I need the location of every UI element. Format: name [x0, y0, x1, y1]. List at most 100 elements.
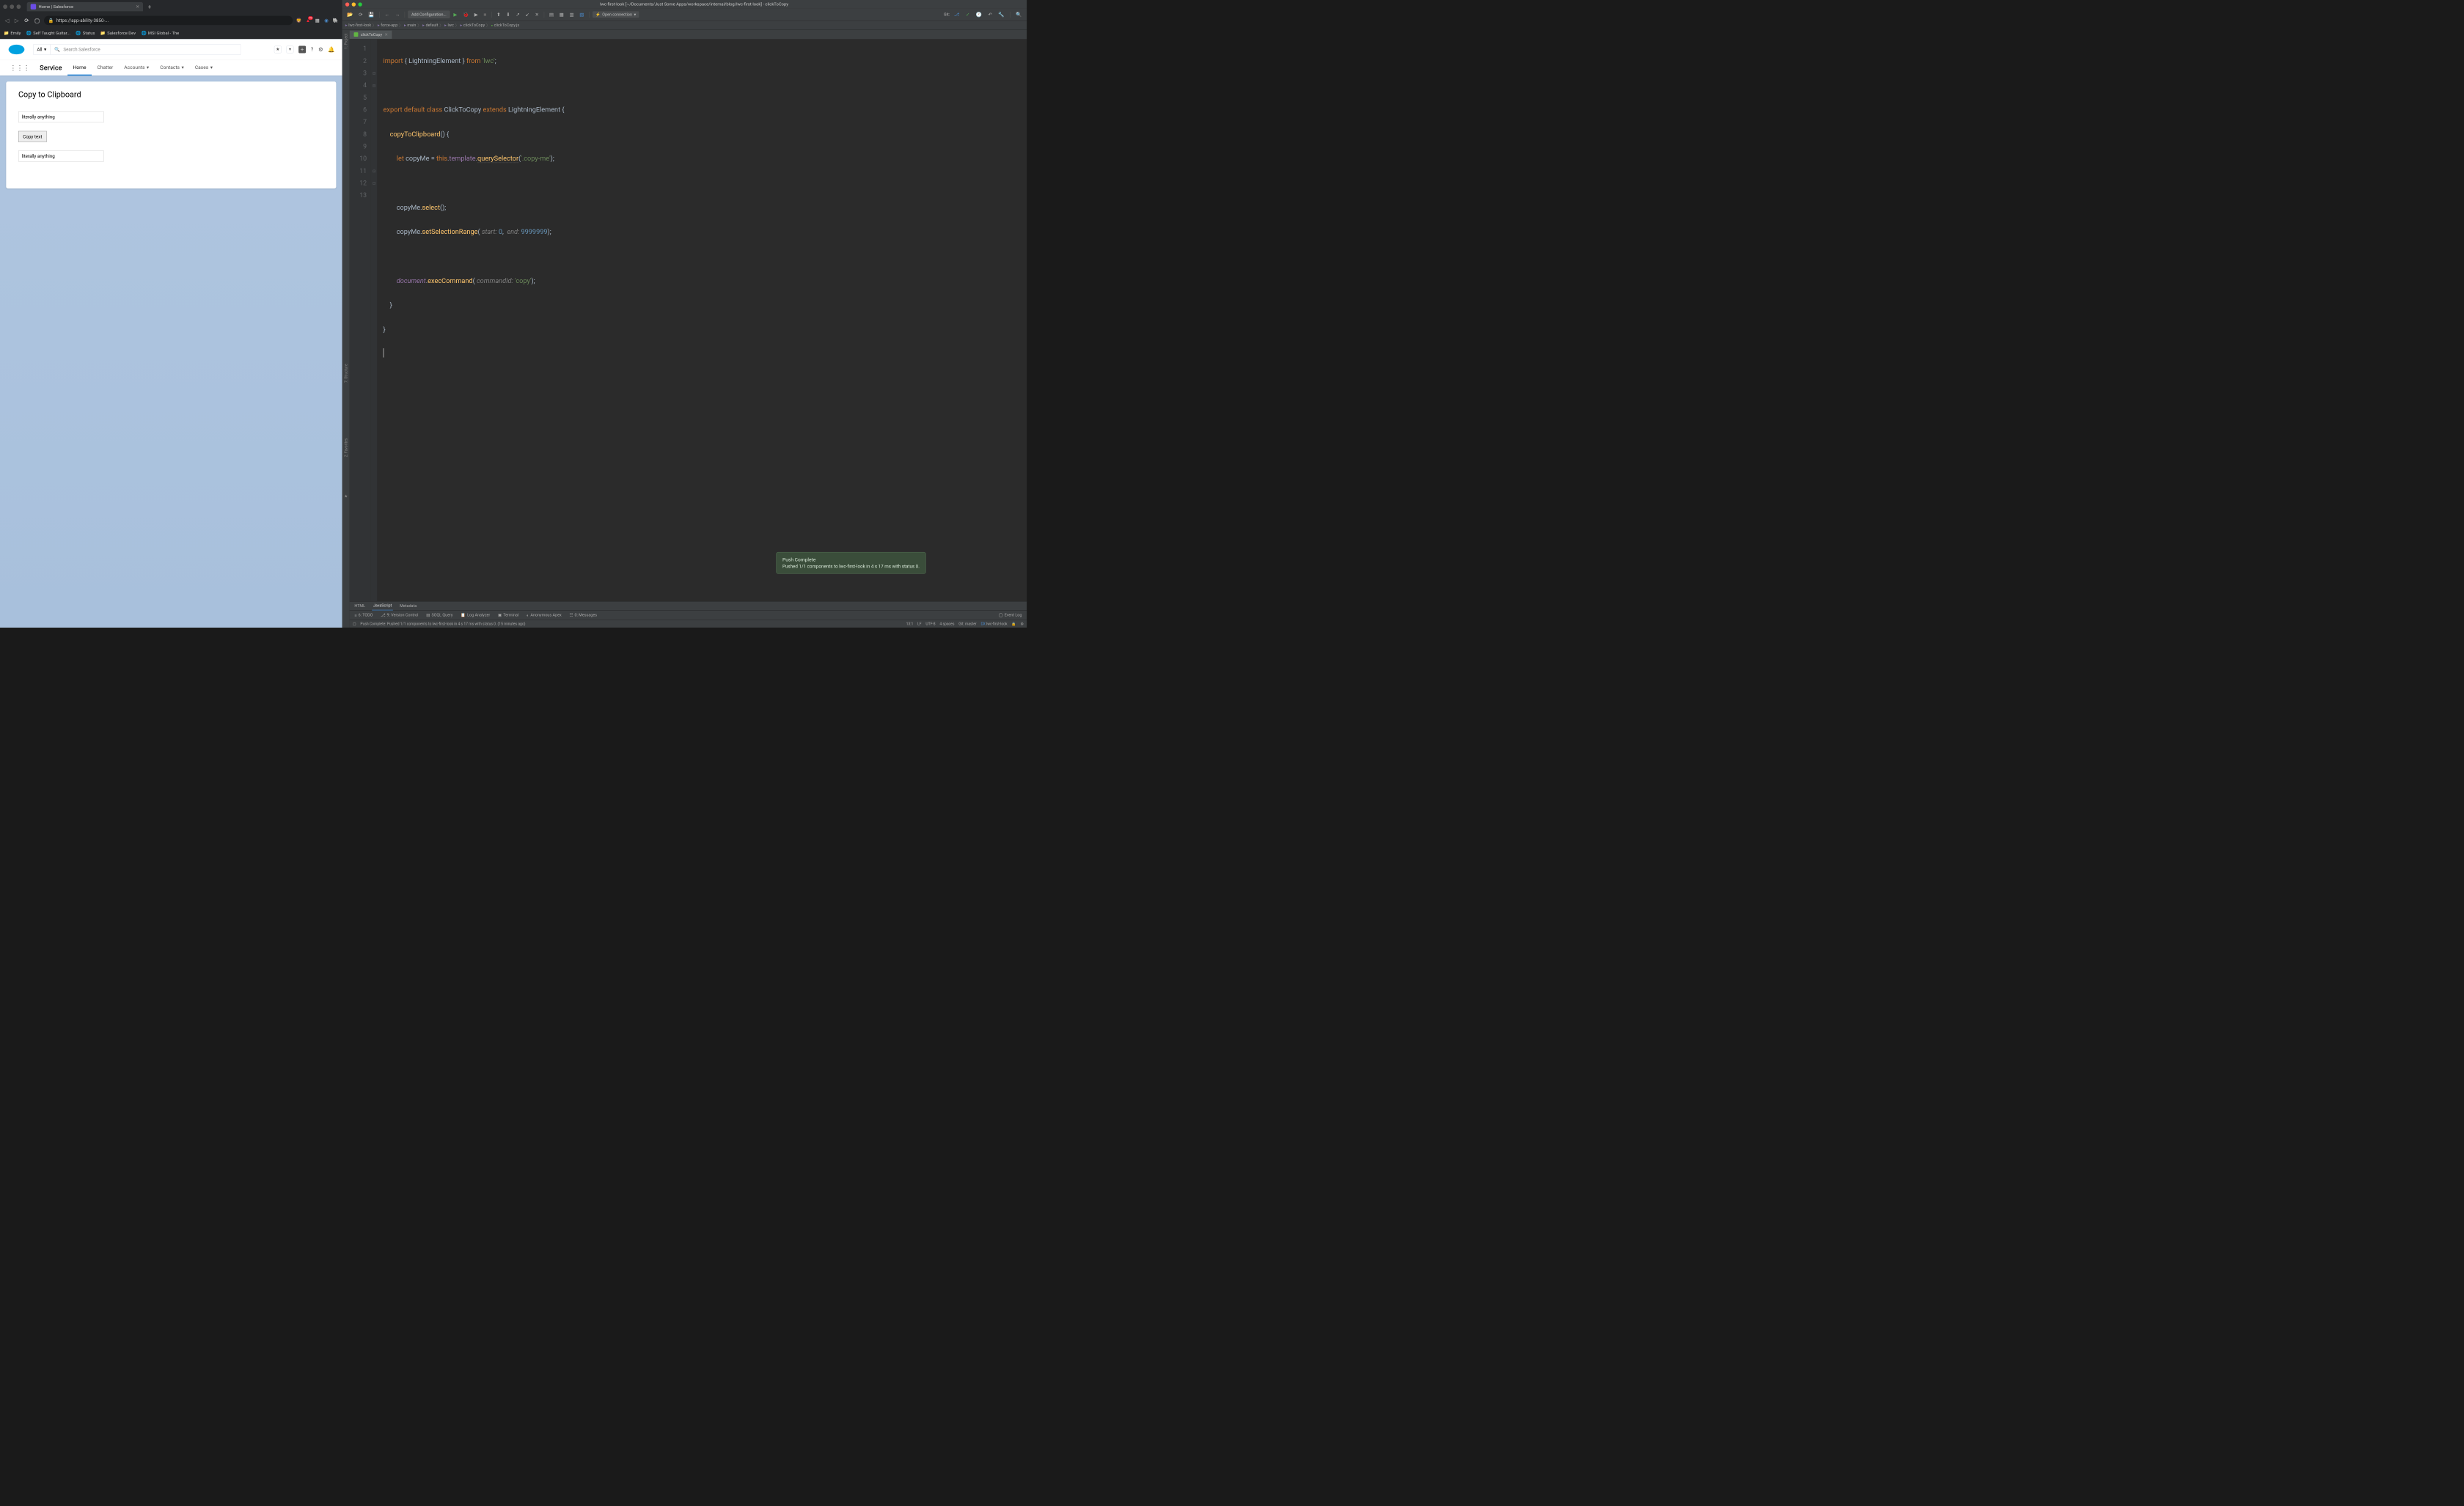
tab-close-icon[interactable]: ✕ [384, 32, 388, 37]
run-icon[interactable]: ▶ [452, 10, 459, 18]
pull-icon[interactable]: ⬇ [505, 10, 513, 18]
copy-text-button[interactable]: Copy text [18, 131, 47, 142]
code-editor[interactable]: 12345678910111213 ⊟ ⊟ ⊡ ⊡ import { Light… [350, 39, 1027, 601]
push-complete-notification[interactable]: Push Complete Pushed 1/1 components to l… [776, 552, 925, 574]
close-icon[interactable]: ✕ [533, 10, 541, 18]
todo-tool[interactable]: ≡ 6: TODO [353, 611, 374, 620]
ext-icon-2[interactable]: ◉ [323, 18, 329, 23]
ext-icon-1[interactable]: ▦ [314, 18, 320, 23]
layout-icon[interactable]: ▥ [568, 10, 576, 18]
settings-icon[interactable]: ⚙ [1020, 622, 1023, 626]
git-commit-icon[interactable]: ✓ [964, 10, 972, 18]
favorites-tab[interactable]: 2: Favorites [344, 438, 348, 458]
apex-tool[interactable]: ◐ Anonymous Apex [525, 611, 562, 620]
fold-icon[interactable]: ⊟ [371, 67, 377, 80]
structure-tab[interactable]: 7: Structure [344, 364, 348, 383]
layout-icon[interactable]: ▦ [557, 10, 565, 18]
javascript-tab[interactable]: JavaScript [372, 601, 393, 610]
open-icon[interactable]: 📂 [345, 10, 355, 18]
breadcrumb-item[interactable]: ▪clickToCopy.js [491, 23, 519, 28]
git-wrench-icon[interactable]: 🔧 [997, 10, 1006, 18]
messages-tool[interactable]: ☷ 0: Messages [568, 611, 598, 619]
code-content[interactable]: import { LightningElement } from 'lwc'; … [377, 39, 1027, 601]
debug-icon[interactable]: 🐞 [461, 10, 470, 18]
breadcrumb-item[interactable]: ▸lwc [444, 23, 454, 27]
app-launcher-icon[interactable]: ⋮⋮⋮ [6, 61, 34, 75]
nav-fwd-icon[interactable]: → [393, 10, 402, 19]
editor-tab[interactable]: clickToCopy ✕ [350, 30, 392, 38]
nav-cases[interactable]: Cases▾ [189, 60, 218, 76]
status-window-icon[interactable]: ▢ [353, 622, 356, 626]
ext-evernote-icon[interactable]: 🐘 [332, 18, 338, 23]
add-button[interactable]: ＋ [298, 46, 306, 54]
ide-window-controls[interactable] [345, 2, 362, 6]
coverage-icon[interactable]: ▶ [472, 10, 480, 18]
tool-icon[interactable]: ↙ [524, 10, 532, 18]
gear-icon[interactable]: ⚙ [318, 46, 323, 53]
soql-tool[interactable]: ▤ SOQL Query [425, 611, 455, 619]
browser-tab[interactable]: Home | Salesforce ✕ [27, 2, 143, 12]
favorite-dropdown[interactable]: ▾ [286, 46, 293, 54]
new-tab-button[interactable]: + [145, 3, 153, 10]
ext-adblock-icon[interactable]: ▲10 [305, 18, 311, 23]
project-tab[interactable]: 1: Project [344, 34, 348, 49]
breadcrumb-item[interactable]: ▸lwc-first-look [345, 23, 371, 27]
search-input[interactable]: 🔍Search Salesforce [51, 44, 241, 55]
save-icon[interactable]: 💾 [367, 10, 376, 18]
dx-connection[interactable]: DX lwc-first-look [980, 622, 1007, 626]
nav-chatter[interactable]: Chatter [92, 60, 119, 76]
nav-contacts[interactable]: Contacts▾ [155, 60, 190, 76]
encoding[interactable]: UTF-8 [925, 622, 935, 626]
breadcrumb-item[interactable]: ▸main [404, 23, 416, 27]
nav-home[interactable]: Home [67, 60, 92, 76]
run-config-select[interactable]: Add Configuration... [408, 11, 450, 18]
bookmark-item[interactable]: 🌐MSI Global - The [142, 31, 180, 36]
search-icon[interactable]: 🔍 [1014, 10, 1024, 18]
log-tool[interactable]: 📋 Log Analyzer [460, 611, 491, 619]
layout-icon[interactable]: ▧ [578, 10, 586, 18]
breadcrumb-item[interactable]: ▸clickToCopy [461, 23, 485, 27]
back-button[interactable]: ◁ [4, 16, 10, 25]
lock-icon[interactable]: 🔒 [1011, 622, 1016, 626]
html-tab[interactable]: HTML [353, 602, 367, 610]
copy-source-input[interactable] [18, 111, 104, 122]
bookmark-icon[interactable]: ▢ [33, 16, 40, 25]
indent[interactable]: 4 spaces [939, 622, 954, 626]
window-controls[interactable] [3, 4, 21, 9]
notification-icon[interactable]: 🔔 [328, 46, 334, 53]
terminal-tool[interactable]: ▣ Terminal [496, 611, 520, 619]
url-bar[interactable]: 🔒 https://app-ability-3850-... [44, 16, 293, 26]
vcs-tool[interactable]: ⎇ 9: Version Control [380, 611, 420, 619]
reload-button[interactable]: ⟳ [23, 16, 31, 25]
nav-back-icon[interactable]: ← [383, 10, 392, 19]
fold-end-icon[interactable]: ⊡ [371, 165, 377, 177]
favorite-button[interactable]: ★ [274, 46, 282, 54]
nav-accounts[interactable]: Accounts▾ [119, 60, 155, 76]
bookmark-item[interactable]: 📁Emily [4, 31, 21, 36]
fold-icon[interactable]: ⊟ [371, 79, 377, 92]
fold-end-icon[interactable]: ⊡ [371, 177, 377, 190]
tool-icon[interactable]: ↗ [514, 10, 522, 18]
line-separator[interactable]: LF [917, 622, 921, 626]
bookmark-item[interactable]: 📁Salesforce Dev [100, 31, 136, 36]
sync-icon[interactable]: ⟳ [357, 10, 365, 18]
stop-icon[interactable]: ■ [482, 10, 488, 19]
breadcrumb-item[interactable]: ▸default [422, 23, 438, 27]
cursor-position[interactable]: 13:1 [906, 622, 914, 626]
bookmark-item[interactable]: 🌐Status [76, 31, 95, 36]
help-icon[interactable]: ? [311, 46, 314, 53]
bookmark-item[interactable]: 🌐Self Taught Guitar... [26, 31, 70, 36]
metadata-tab[interactable]: Metadata [398, 602, 417, 610]
star-icon[interactable]: ★ [344, 494, 348, 499]
layout-icon[interactable]: ▤ [547, 10, 555, 18]
open-connection-button[interactable]: ⚡ Open connection ▾ [593, 11, 639, 18]
git-history-icon[interactable]: 🕐 [974, 10, 983, 18]
search-scope-select[interactable]: All▾ [33, 44, 51, 55]
git-branch[interactable]: Git: master [958, 622, 976, 626]
breadcrumb-item[interactable]: ▸force-app [378, 23, 397, 27]
git-branch-icon[interactable]: ⎇ [952, 10, 961, 18]
ext-brave-icon[interactable]: 🦁 [296, 18, 301, 23]
event-log-tool[interactable]: ◯ Event Log [997, 611, 1023, 619]
tab-close-icon[interactable]: ✕ [136, 4, 139, 10]
copy-target-input[interactable] [18, 150, 104, 161]
